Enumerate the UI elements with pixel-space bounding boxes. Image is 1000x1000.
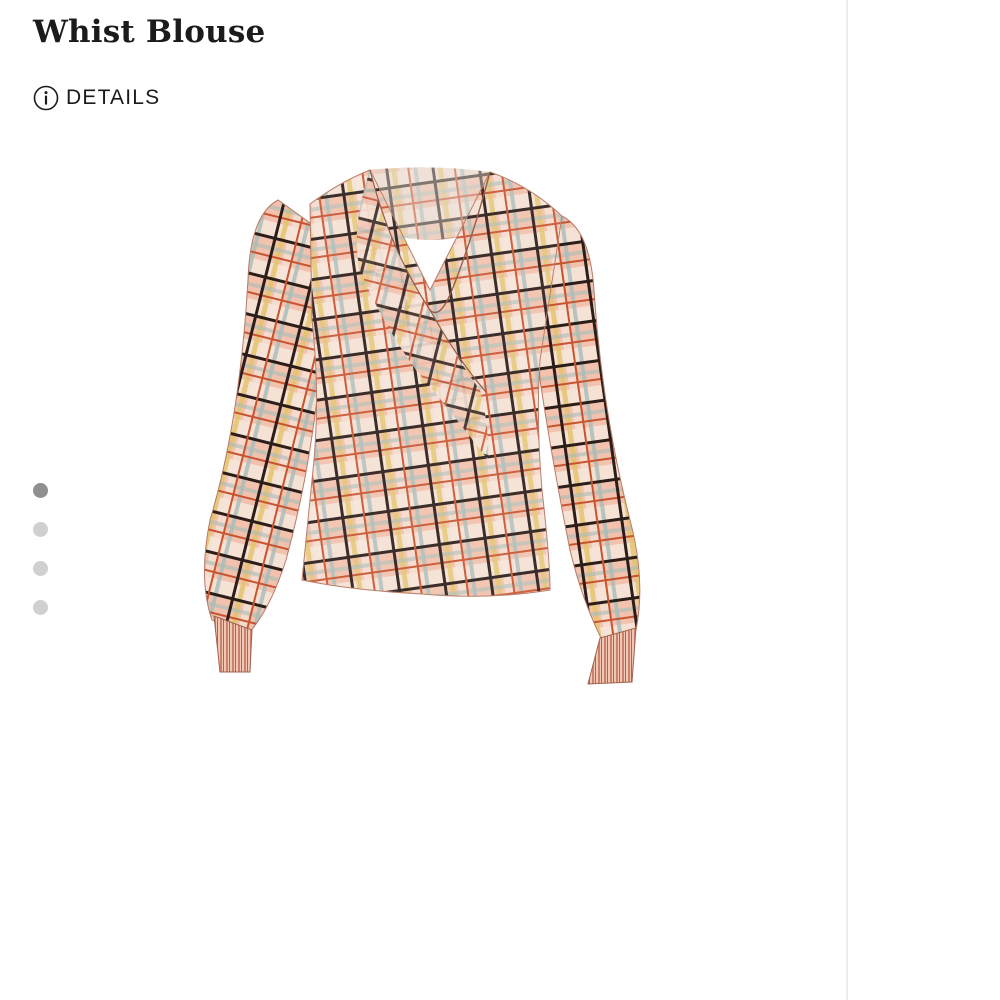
- gallery-dot-1[interactable]: [33, 483, 48, 498]
- details-button[interactable]: DETAILS: [33, 84, 160, 112]
- gallery-dot-2[interactable]: [33, 522, 48, 537]
- product-page: Whist Blouse DETAILS: [0, 0, 1000, 1000]
- product-title: Whist Blouse: [33, 14, 266, 50]
- product-gallery-panel: Whist Blouse DETAILS: [0, 0, 846, 1000]
- blouse-image: [203, 167, 641, 685]
- details-label: DETAILS: [66, 86, 161, 109]
- gallery-dot-4[interactable]: [33, 600, 48, 615]
- side-panel: [848, 0, 1000, 1000]
- gallery-pagination: [33, 483, 49, 639]
- gallery-dot-3[interactable]: [33, 561, 48, 576]
- info-icon: [33, 85, 59, 111]
